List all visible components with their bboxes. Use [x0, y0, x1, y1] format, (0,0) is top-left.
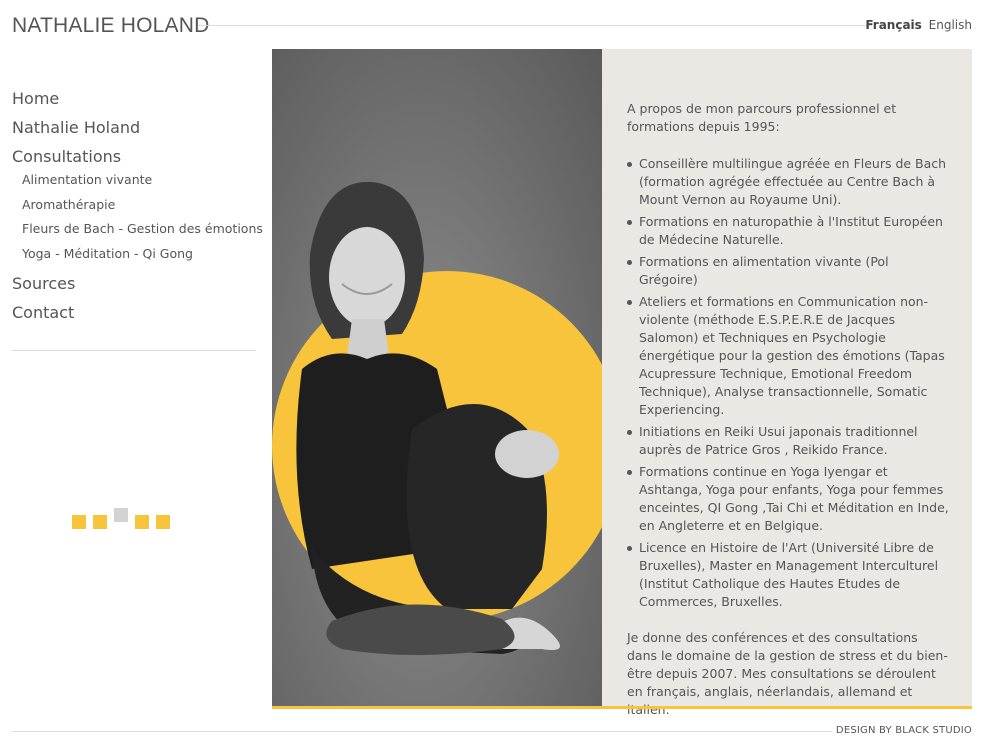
square-1	[72, 515, 86, 529]
list-item: Initiations en Reiki Usui japonais tradi…	[627, 423, 950, 459]
portrait-figure	[296, 181, 560, 655]
nav-divider	[12, 350, 256, 351]
qualifications-list: Conseillère multilingue agréée en Fleurs…	[627, 155, 950, 611]
design-credit-link[interactable]: DESIGN BY BLACK STUDIO	[836, 725, 972, 736]
intro-text: A propos de mon parcours professionnel e…	[627, 101, 897, 134]
nav-nathalie-holand[interactable]: Nathalie Holand	[12, 117, 256, 146]
nav-sub-yoga[interactable]: Yoga - Méditation - Qi Gong	[12, 245, 256, 270]
lang-french-link[interactable]: Français	[865, 18, 921, 32]
language-switcher: Français English	[862, 18, 972, 32]
list-item: Formations en alimentation vivante (Pol …	[627, 253, 950, 289]
list-item: Formations continue en Yoga Iyengar et A…	[627, 463, 950, 535]
nav-sub-fleurs-de-bach[interactable]: Fleurs de Bach - Gestion des émotions	[12, 220, 263, 245]
square-3	[114, 508, 128, 522]
nav-sources[interactable]: Sources	[12, 273, 256, 302]
square-5	[156, 515, 170, 529]
list-item: Formations en naturopathie à l'Institut …	[627, 213, 950, 249]
square-2	[93, 515, 107, 529]
portrait-photo	[272, 49, 602, 707]
content-panel: A propos de mon parcours professionnel e…	[602, 49, 972, 717]
nav-contact[interactable]: Contact	[12, 302, 256, 331]
lang-english-link[interactable]: English	[929, 18, 972, 32]
header-divider	[198, 25, 872, 26]
accent-bar	[272, 706, 972, 709]
list-item: Conseillère multilingue agréée en Fleurs…	[627, 155, 950, 209]
nav-sub-alimentation-vivante[interactable]: Alimentation vivante	[12, 171, 256, 196]
footer-divider	[12, 731, 832, 732]
list-item: Ateliers et formations en Communication …	[627, 293, 950, 419]
list-item: Licence en Histoire de l'Art (Université…	[627, 539, 950, 611]
nav-sub-aromatherapie[interactable]: Aromathérapie	[12, 196, 256, 221]
main-nav: Home Nathalie Holand Consultations Alime…	[12, 88, 263, 331]
square-4	[135, 515, 149, 529]
decorative-squares	[72, 508, 172, 530]
site-title[interactable]: NATHALIE HOLAND	[12, 14, 210, 38]
nav-home[interactable]: Home	[12, 88, 256, 117]
